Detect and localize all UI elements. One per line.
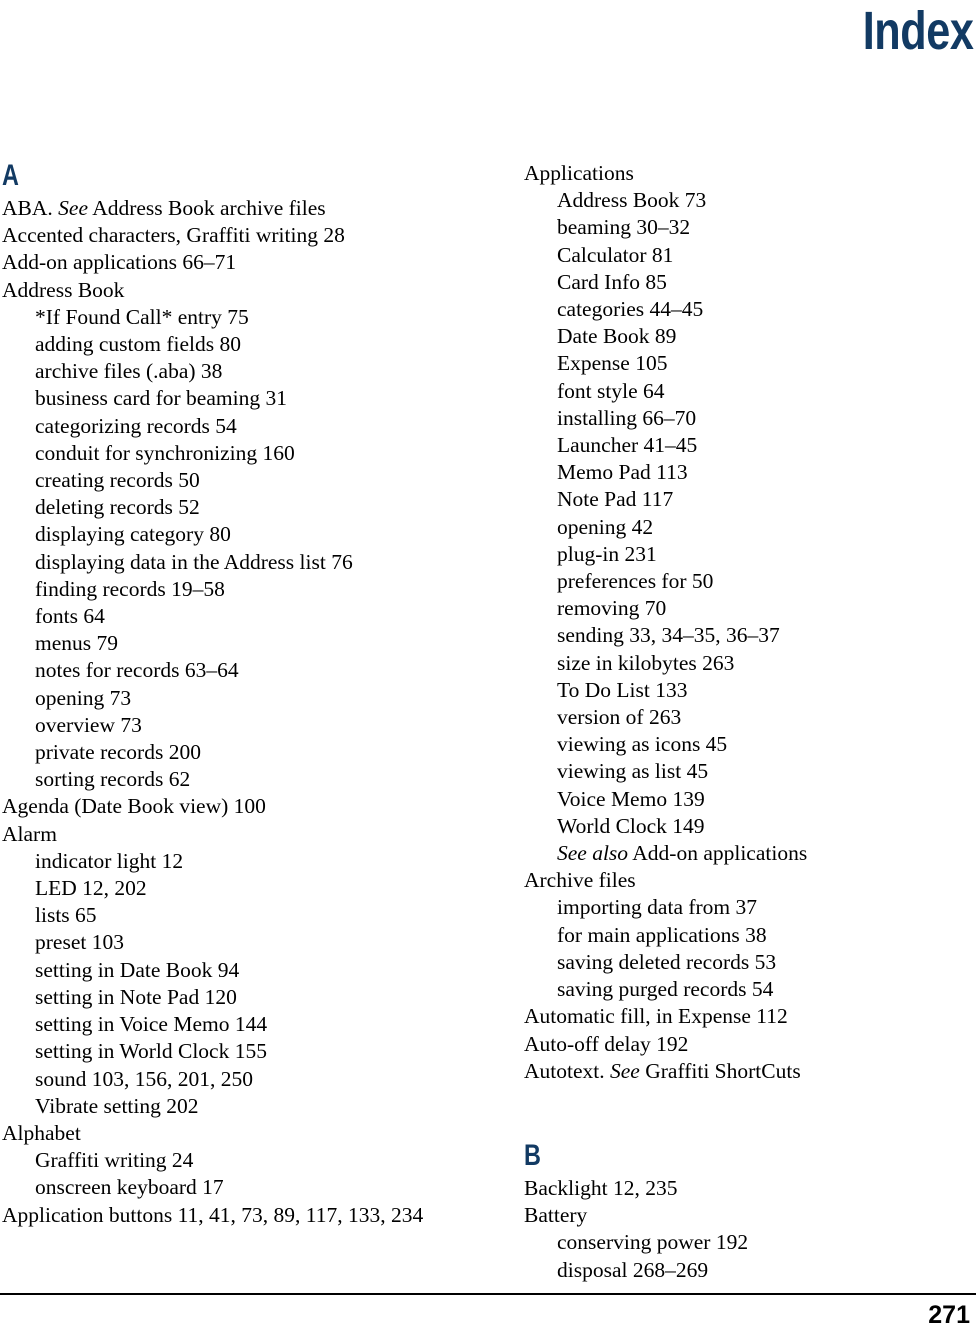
index-entry: Backlight 12, 235	[524, 1175, 678, 1200]
index-subentry: menus 79	[35, 631, 119, 656]
index-subentry: categories 44–45	[557, 297, 704, 322]
index-subentry: conserving power 192	[557, 1230, 749, 1255]
index-subentry: Date Book 89	[557, 324, 677, 349]
index-subentry: Voice Memo 139	[557, 786, 705, 811]
index-subentry: Address Book 73	[557, 188, 707, 213]
index-subentry: creating records 50	[35, 468, 200, 493]
index-subentry: sending 33, 34–35, 36–37	[557, 623, 780, 648]
index-subentry: size in kilobytes 263	[557, 650, 735, 675]
index-entry: Automatic fill, in Expense 112	[524, 1004, 788, 1029]
index-subentry: overview 73	[35, 712, 142, 737]
index-subentry: installing 66–70	[557, 405, 697, 430]
index-subentry: viewing as list 45	[557, 759, 709, 784]
index-subentry: sorting records 62	[35, 767, 191, 792]
index-subentry: saving purged records 54	[557, 977, 774, 1002]
index-subentry: adding custom fields 80	[35, 332, 242, 357]
index-column-right: Applications Address Book 73 beaming 30–32…	[524, 160, 976, 1284]
letter-heading-b: B	[524, 1138, 541, 1172]
index-entry: Agenda (Date Book view) 100	[2, 794, 266, 819]
index-entry: Battery	[524, 1203, 588, 1228]
index-subentry: Note Pad 117	[557, 487, 674, 512]
index-entry: Address Book	[2, 277, 125, 302]
cross-reference-label: See	[58, 196, 88, 220]
index-subentry: Memo Pad 113	[557, 460, 688, 485]
index-subentry: LED 12, 202	[35, 876, 147, 901]
index-subentry: categorizing records 54	[35, 413, 237, 438]
index-entry: Auto-off delay 192	[524, 1031, 689, 1056]
index-subentry: plug-in 231	[557, 541, 657, 566]
index-entry: Alarm	[2, 821, 57, 846]
index-subentry: font style 64	[557, 378, 665, 403]
index-subentry: notes for records 63–64	[35, 658, 239, 683]
letter-heading-a: A	[2, 159, 19, 192]
index-entry: Autotext. See Graffiti ShortCuts	[524, 1058, 801, 1083]
index-subentry: Graffiti writing 24	[35, 1148, 194, 1173]
cross-reference-label: See	[610, 1058, 640, 1083]
index-subentry: World Clock 149	[557, 813, 705, 838]
index-subentry: Expense 105	[557, 351, 668, 376]
page-number: 271	[928, 1301, 970, 1329]
index-entry: Accented characters, Graffiti writing 28	[2, 223, 345, 248]
index-subentry: importing data from 37	[557, 895, 758, 920]
index-subentry: sound 103, 156, 201, 250	[35, 1066, 253, 1091]
index-subentry: private records 200	[35, 740, 201, 765]
index-subentry: lists 65	[35, 903, 97, 928]
index-subentry: opening 73	[35, 685, 132, 710]
index-subentry: fonts 64	[35, 604, 105, 629]
index-entry: Alphabet	[2, 1120, 81, 1145]
index-subentry: preferences for 50	[557, 569, 714, 594]
footer-rule	[0, 1293, 976, 1295]
index-subentry: setting in Date Book 94	[35, 957, 240, 982]
index-subentry: business card for beaming 31	[35, 386, 287, 411]
index-subentry: setting in Note Pad 120	[35, 984, 237, 1009]
index-subentry: preset 103	[35, 930, 124, 955]
index-subentry: displaying data in the Address list 76	[35, 549, 353, 574]
index-subentry: onscreen keyboard 17	[35, 1175, 224, 1200]
index-subentry: opening 42	[557, 514, 654, 539]
index-entry: ABA. See Address Book archive files	[2, 196, 326, 220]
index-subentry: Vibrate setting 202	[35, 1093, 199, 1118]
cross-reference-label: See also	[557, 841, 629, 866]
index-columns: A ABA. See Address Book archive files Acce…	[0, 160, 976, 1284]
index-subentry: removing 70	[557, 596, 667, 621]
index-subentry: See also Add-on applications	[557, 841, 808, 866]
index-entry: Application buttons 11, 41, 73, 89, 117,…	[2, 1202, 424, 1227]
index-subentry: saving deleted records 53	[557, 949, 777, 974]
index-column-left: A ABA. See Address Book archive files Acce…	[2, 160, 454, 1229]
index-subentry: deleting records 52	[35, 495, 200, 520]
index-subentry: archive files (.aba) 38	[35, 359, 223, 384]
index-subentry: Launcher 41–45	[557, 433, 698, 458]
index-subentry: To Do List 133	[557, 677, 688, 702]
index-entry: Add-on applications 66–71	[2, 250, 237, 275]
index-subentry: *If Found Call* entry 75	[35, 304, 249, 329]
index-entry: Archive files	[524, 868, 636, 893]
index-subentry: version of 263	[557, 705, 682, 730]
index-subentry: viewing as icons 45	[557, 732, 728, 757]
page-title: Index	[863, 1, 974, 61]
index-entry: Applications	[524, 161, 634, 185]
index-subentry: Card Info 85	[557, 269, 667, 294]
index-subentry: conduit for synchronizing 160	[35, 440, 295, 465]
index-subentry: setting in Voice Memo 144	[35, 1012, 268, 1037]
index-subentry: indicator light 12	[35, 848, 184, 873]
index-subentry: beaming 30–32	[557, 215, 691, 240]
index-subentry: for main applications 38	[557, 922, 767, 947]
index-subentry: setting in World Clock 155	[35, 1039, 267, 1064]
index-subentry: finding records 19–58	[35, 576, 225, 601]
index-subentry: displaying category 80	[35, 522, 231, 547]
index-subentry: Calculator 81	[557, 242, 674, 267]
index-subentry: disposal 268–269	[557, 1257, 709, 1282]
